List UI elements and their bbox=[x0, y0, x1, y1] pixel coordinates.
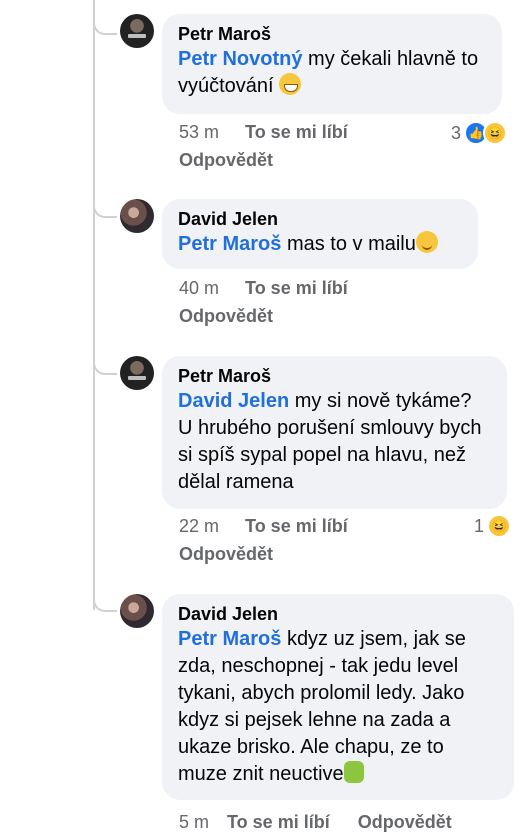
comment: Petr Maroš David Jelen my si nově tykáme… bbox=[120, 356, 520, 576]
comment-author[interactable]: David Jelen bbox=[178, 602, 498, 626]
avatar[interactable] bbox=[120, 356, 154, 390]
comment-author[interactable]: Petr Maroš bbox=[178, 22, 486, 46]
reaction-count: 3 bbox=[451, 122, 462, 143]
like-button[interactable]: To se mi líbí bbox=[227, 812, 330, 832]
comment: David Jelen Petr Maroš mas to v mailu 40… bbox=[120, 199, 520, 339]
comment: Petr Maroš Petr Novotný my čekali hlavně… bbox=[120, 14, 520, 174]
comment-body: kdyz uz jsem, jak se zda, neschopnej - t… bbox=[178, 628, 466, 785]
mention-link[interactable]: Petr Maroš bbox=[178, 628, 281, 650]
thread-connector bbox=[93, 0, 117, 35]
reaction-count: 1 bbox=[474, 515, 485, 536]
comment-time[interactable]: 5 m bbox=[179, 812, 209, 832]
comment-text: Petr Maroš kdyz uz jsem, jak se zda, nes… bbox=[178, 626, 498, 788]
mention-link[interactable]: Petr Novotný bbox=[178, 48, 302, 70]
comment-author[interactable]: David Jelen bbox=[178, 207, 462, 231]
comment-meta: 40 m To se mi líbí bbox=[179, 278, 374, 299]
mention-link[interactable]: Petr Maroš bbox=[178, 233, 281, 255]
comment-bubble: David Jelen Petr Maroš kdyz uz jsem, jak… bbox=[162, 594, 514, 800]
grinning-face-icon bbox=[279, 73, 302, 95]
reaction-summary[interactable]: 3 👍 😆 bbox=[451, 121, 508, 145]
shrugging-person-icon bbox=[343, 761, 364, 783]
comment-bubble: David Jelen Petr Maroš mas to v mailu bbox=[162, 199, 478, 269]
thread-connector bbox=[93, 310, 117, 375]
comment-text: David Jelen my si nově tykáme? U hrubého… bbox=[178, 388, 491, 496]
comment-text: Petr Maroš mas to v mailu bbox=[178, 231, 462, 258]
avatar[interactable] bbox=[120, 199, 154, 233]
winking-face-icon bbox=[415, 231, 438, 253]
reply-button[interactable]: Odpovědět bbox=[358, 812, 452, 832]
comment-meta: 53 m To se mi líbí bbox=[179, 122, 374, 143]
comment-meta: 5 m To se mi líbí Odpovědět bbox=[179, 812, 478, 833]
comment-time[interactable]: 40 m bbox=[179, 278, 219, 298]
reply-button[interactable]: Odpovědět bbox=[179, 306, 273, 327]
avatar[interactable] bbox=[120, 594, 154, 628]
like-button[interactable]: To se mi líbí bbox=[245, 122, 348, 142]
reply-button[interactable]: Odpovědět bbox=[179, 544, 273, 565]
avatar[interactable] bbox=[120, 14, 154, 48]
like-button[interactable]: To se mi líbí bbox=[245, 516, 348, 536]
thread-connector bbox=[93, 550, 117, 612]
thread-connector bbox=[93, 160, 117, 218]
reply-button[interactable]: Odpovědět bbox=[179, 150, 273, 171]
comment-time[interactable]: 22 m bbox=[179, 516, 219, 536]
comment-bubble: Petr Maroš David Jelen my si nově tykáme… bbox=[162, 356, 507, 509]
comment-text: Petr Novotný my čekali hlavně to vyúčtov… bbox=[178, 46, 486, 100]
comment-body: mas to v mailu bbox=[286, 233, 416, 255]
comment-meta: 22 m To se mi líbí bbox=[179, 516, 374, 537]
thread-line bbox=[93, 0, 95, 610]
comment-time[interactable]: 53 m bbox=[179, 122, 219, 142]
mention-link[interactable]: David Jelen bbox=[178, 390, 289, 412]
reaction-summary[interactable]: 1 😆 bbox=[474, 514, 512, 538]
like-button[interactable]: To se mi líbí bbox=[245, 278, 348, 298]
comment: David Jelen Petr Maroš kdyz uz jsem, jak… bbox=[120, 594, 520, 840]
comment-author[interactable]: Petr Maroš bbox=[178, 364, 491, 388]
haha-icon: 😆 bbox=[487, 514, 512, 538]
comment-bubble: Petr Maroš Petr Novotný my čekali hlavně… bbox=[162, 14, 502, 114]
haha-icon: 😆 bbox=[483, 121, 508, 145]
